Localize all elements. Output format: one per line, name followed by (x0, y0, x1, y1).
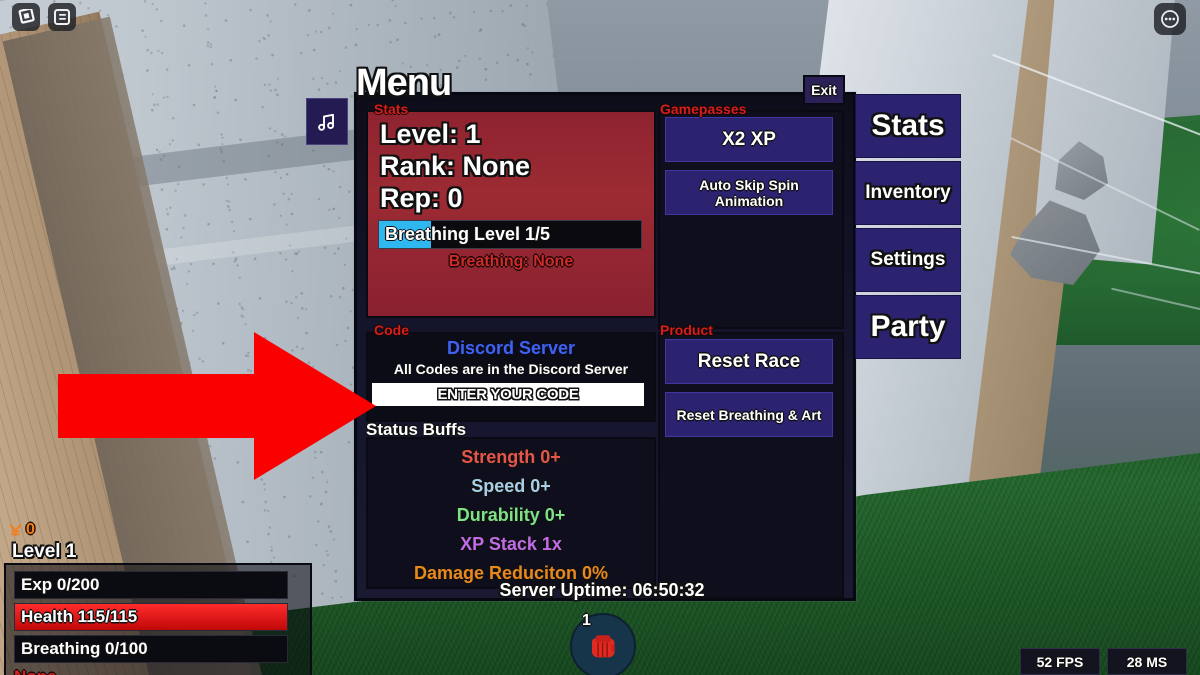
stat-rank: Rank: None (380, 150, 531, 181)
discord-server-link[interactable]: Discord Server (368, 338, 654, 359)
stat-rep: Rep: 0 (380, 182, 463, 213)
hud-bar-hp: Health 115/115 (14, 603, 288, 631)
ms-badge: 28 MS (1107, 648, 1187, 675)
section-label-product: Product (660, 322, 713, 338)
red-fist-icon (592, 635, 615, 658)
hud-bar-label-breath: Breathing 0/100 (21, 639, 148, 658)
roblox-logo-icon[interactable] (12, 3, 40, 31)
nav-button-party[interactable]: Party (855, 295, 961, 359)
hud-bar-label-exp: Exp 0/200 (21, 575, 100, 594)
server-uptime-text: Server Uptime: 06:50:32 (499, 580, 705, 600)
gamepasses-panel: X2 XP Auto Skip Spin Animation (658, 110, 844, 329)
gamepass-button-2[interactable]: Auto Skip Spin Animation (665, 170, 833, 215)
gamepass-button-1[interactable]: X2 XP (665, 117, 833, 162)
breathing-level-label: Breathing Level 1/5 (385, 224, 551, 245)
currency-display: 0 (8, 521, 35, 539)
music-toggle-button[interactable] (306, 98, 348, 145)
breathing-level-bar: Breathing Level 1/5 (378, 220, 642, 250)
status-buff-item: Strength 0+ (461, 447, 561, 467)
page-title: Menu (356, 62, 452, 104)
hud-bar-exp: Exp 0/200 (14, 571, 288, 599)
more-options-icon[interactable] (1154, 3, 1186, 35)
status-buff-item: XP Stack 1x (460, 534, 562, 554)
exit-button[interactable]: Exit (803, 75, 845, 105)
nav-button-settings[interactable]: Settings (855, 228, 961, 292)
section-label-gamepasses: Gamepasses (660, 101, 747, 117)
yen-coin-icon (9, 523, 22, 536)
right-nav: Stats Inventory Settings Party (855, 94, 961, 362)
nav-button-inventory[interactable]: Inventory (855, 161, 961, 225)
section-label-stats: Stats (374, 101, 409, 117)
product-panel: Reset Race Reset Breathing & Art (658, 332, 844, 599)
currency-value: 0 (26, 521, 35, 538)
nav-button-stats[interactable]: Stats (855, 94, 961, 158)
hotbar-slot-number: 1 (582, 612, 591, 629)
status-buff-item: Speed 0+ (471, 476, 551, 496)
fps-badge: 52 FPS (1020, 648, 1100, 675)
stats-panel: Level: 1 Rank: None Rep: 0 Breathing Lev… (366, 110, 656, 318)
hud-bars-panel: Exp 0/200 Health 115/115 Breathing 0/100 No… (4, 563, 312, 675)
hud-bar-breath: Breathing 0/100 (14, 635, 288, 663)
hud-status-text: None (14, 667, 302, 675)
section-label-status-buffs: Status Buffs (366, 420, 467, 439)
hud-bar-label-hp: Health 115/115 (21, 607, 138, 626)
roblox-menu-icon[interactable] (48, 3, 76, 31)
product-button-1[interactable]: Reset Race (665, 339, 833, 384)
status-buffs-panel: Strength 0+ Speed 0+ Durability 0+ XP Stack… (366, 437, 656, 589)
product-button-2[interactable]: Reset Breathing & Art (665, 392, 833, 437)
section-label-code: Code (374, 322, 409, 338)
code-input[interactable]: ENTER YOUR CODE (372, 383, 644, 406)
hud-level-text: Level 1 (12, 541, 77, 562)
breathing-type-text: Breathing: None (448, 253, 574, 271)
code-hint-text: All Codes are in the Discord Server (393, 361, 629, 377)
hotbar-slot-1[interactable]: 1 (570, 612, 636, 675)
code-panel: Discord Server All Codes are in the Disc… (366, 332, 656, 422)
music-note-icon (318, 113, 335, 131)
status-buff-item: Durability 0+ (456, 505, 566, 525)
stat-level: Level: 1 (380, 119, 481, 149)
